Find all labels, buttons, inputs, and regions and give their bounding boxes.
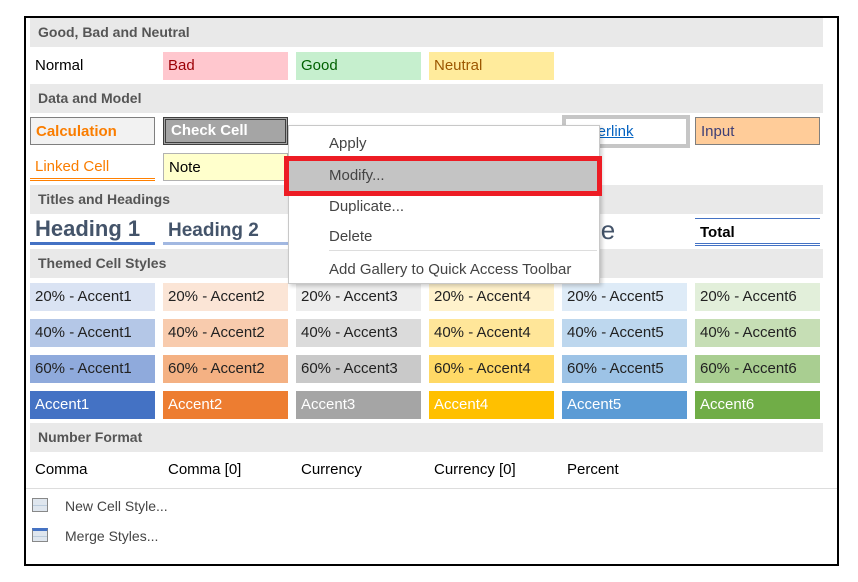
style-neutral[interactable]: Neutral (429, 52, 554, 80)
style-note[interactable]: Note (163, 153, 288, 181)
style-r20-accent5[interactable]: 20% - Accent5 (562, 283, 687, 311)
style-r60-accent4[interactable]: 60% - Accent4 (429, 355, 554, 383)
menu-item-duplicate[interactable]: Duplicate... (329, 198, 404, 215)
style-good[interactable]: Good (296, 52, 421, 80)
style-r40-accent6[interactable]: 40% - Accent6 (695, 319, 820, 347)
style-r60-accent5[interactable]: 60% - Accent5 (562, 355, 687, 383)
style-number-4[interactable]: Percent (562, 456, 687, 484)
style-normal[interactable]: Normal (30, 52, 155, 80)
style-input[interactable]: Input (695, 117, 820, 145)
style-linked-cell[interactable]: Linked Cell (30, 153, 155, 181)
style-acc-accent3[interactable]: Accent3 (296, 391, 421, 419)
style-r40-accent1[interactable]: 40% - Accent1 (30, 319, 155, 347)
style-acc-accent5[interactable]: Accent5 (562, 391, 687, 419)
section-header-good-bad-neutral: Good, Bad and Neutral (30, 18, 823, 47)
style-r20-accent6[interactable]: 20% - Accent6 (695, 283, 820, 311)
style-r20-accent4[interactable]: 20% - Accent4 (429, 283, 554, 311)
style-acc-accent2[interactable]: Accent2 (163, 391, 288, 419)
style-r20-accent3[interactable]: 20% - Accent3 (296, 283, 421, 311)
style-r20-accent2[interactable]: 20% - Accent2 (163, 283, 288, 311)
section-header-number-format: Number Format (30, 423, 823, 452)
style-number-1[interactable]: Comma [0] (163, 456, 288, 484)
style-r40-accent3[interactable]: 40% - Accent3 (296, 319, 421, 347)
new-cell-style-icon (32, 498, 48, 512)
menu-item-modify[interactable]: Modify... (329, 167, 385, 184)
style-heading-2[interactable]: Heading 2 (163, 217, 288, 245)
merge-styles-icon (32, 528, 48, 542)
menu-item-add-gallery-qat[interactable]: Add Gallery to Quick Access Toolbar (329, 261, 571, 278)
style-total[interactable]: Total (695, 218, 820, 246)
style-number-0[interactable]: Comma (30, 456, 155, 484)
menu-separator (329, 250, 597, 251)
style-r40-accent5[interactable]: 40% - Accent5 (562, 319, 687, 347)
menu-item-apply[interactable]: Apply (329, 135, 367, 152)
style-heading-1[interactable]: Heading 1 (30, 215, 155, 245)
style-acc-accent1[interactable]: Accent1 (30, 391, 155, 419)
style-number-2[interactable]: Currency (296, 456, 421, 484)
style-r40-accent4[interactable]: 40% - Accent4 (429, 319, 554, 347)
style-r60-accent1[interactable]: 60% - Accent1 (30, 355, 155, 383)
style-check-cell[interactable]: Check Cell (163, 117, 288, 145)
style-calculation[interactable]: Calculation (30, 117, 155, 145)
style-r60-accent6[interactable]: 60% - Accent6 (695, 355, 820, 383)
section-header-data-model: Data and Model (30, 84, 823, 113)
style-number-3[interactable]: Currency [0] (429, 456, 554, 484)
style-acc-accent4[interactable]: Accent4 (429, 391, 554, 419)
new-cell-style-button[interactable]: New Cell Style... (65, 498, 168, 514)
style-r40-accent2[interactable]: 40% - Accent2 (163, 319, 288, 347)
divider (26, 488, 837, 489)
merge-styles-button[interactable]: Merge Styles... (65, 528, 158, 544)
style-acc-accent6[interactable]: Accent6 (695, 391, 820, 419)
style-r20-accent1[interactable]: 20% - Accent1 (30, 283, 155, 311)
menu-item-delete[interactable]: Delete (329, 228, 372, 245)
style-r60-accent2[interactable]: 60% - Accent2 (163, 355, 288, 383)
style-bad[interactable]: Bad (163, 52, 288, 80)
style-r60-accent3[interactable]: 60% - Accent3 (296, 355, 421, 383)
